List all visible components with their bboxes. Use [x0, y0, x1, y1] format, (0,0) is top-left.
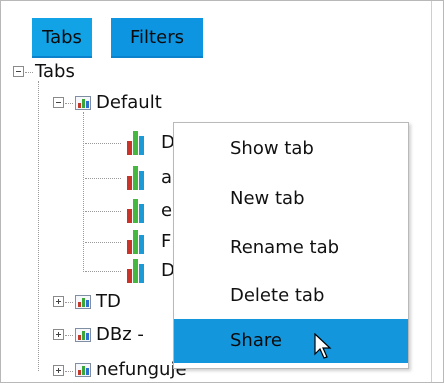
tree-connector — [85, 143, 121, 144]
tree-connector — [25, 72, 33, 73]
tab-filters[interactable]: Filters — [111, 18, 203, 58]
collapse-toggle-icon[interactable] — [13, 66, 24, 77]
expand-toggle-icon[interactable] — [53, 296, 64, 307]
mouse-cursor-icon — [314, 333, 332, 359]
menu-item-delete-tab[interactable]: Delete tab — [174, 274, 408, 318]
collapse-toggle-icon[interactable] — [53, 97, 64, 108]
tree-connector — [65, 335, 73, 336]
tree-connector — [85, 271, 121, 272]
tree-node-label: Default — [96, 92, 162, 113]
tree-connector — [83, 112, 84, 272]
tree-node-label: e — [161, 200, 173, 221]
menu-item-new-tab[interactable]: New tab — [174, 177, 408, 221]
bar-chart-icon — [127, 230, 147, 254]
menu-item-share[interactable]: Share — [174, 319, 408, 363]
bar-chart-icon — [127, 131, 147, 155]
tree-node-label: a — [161, 167, 173, 188]
tree-connector — [85, 211, 121, 212]
chart-folder-icon — [75, 96, 91, 110]
bar-chart-icon — [127, 199, 147, 223]
bar-chart-icon — [127, 259, 147, 283]
tree-node-label: F — [161, 231, 172, 252]
chart-folder-icon — [75, 295, 91, 309]
tree-node-label: DBz - — [96, 324, 144, 345]
panel-divider — [431, 1, 432, 382]
menu-item-rename-tab[interactable]: Rename tab — [174, 226, 408, 270]
chart-folder-icon — [75, 363, 91, 377]
tab-tabs[interactable]: Tabs — [32, 18, 92, 58]
tree-node-label: TD — [96, 291, 121, 312]
context-menu: Show tab New tab Rename tab Delete tab S… — [173, 122, 409, 369]
tree-node-label: Tabs — [35, 61, 75, 82]
tree-connector — [85, 178, 121, 179]
tabs-panel: Tabs Filters Tabs Default D a e F D TD D… — [0, 0, 444, 383]
tree-connector — [65, 103, 73, 104]
tree-connector — [38, 81, 39, 371]
bar-chart-icon — [127, 166, 147, 190]
chart-folder-icon — [75, 328, 91, 342]
tree-connector — [85, 242, 121, 243]
menu-item-show-tab[interactable]: Show tab — [174, 127, 408, 171]
panel-tab-bar: Tabs Filters — [1, 1, 443, 59]
tree-connector — [65, 302, 73, 303]
expand-toggle-icon[interactable] — [53, 365, 64, 376]
expand-toggle-icon[interactable] — [53, 329, 64, 340]
tree-connector — [65, 371, 73, 372]
